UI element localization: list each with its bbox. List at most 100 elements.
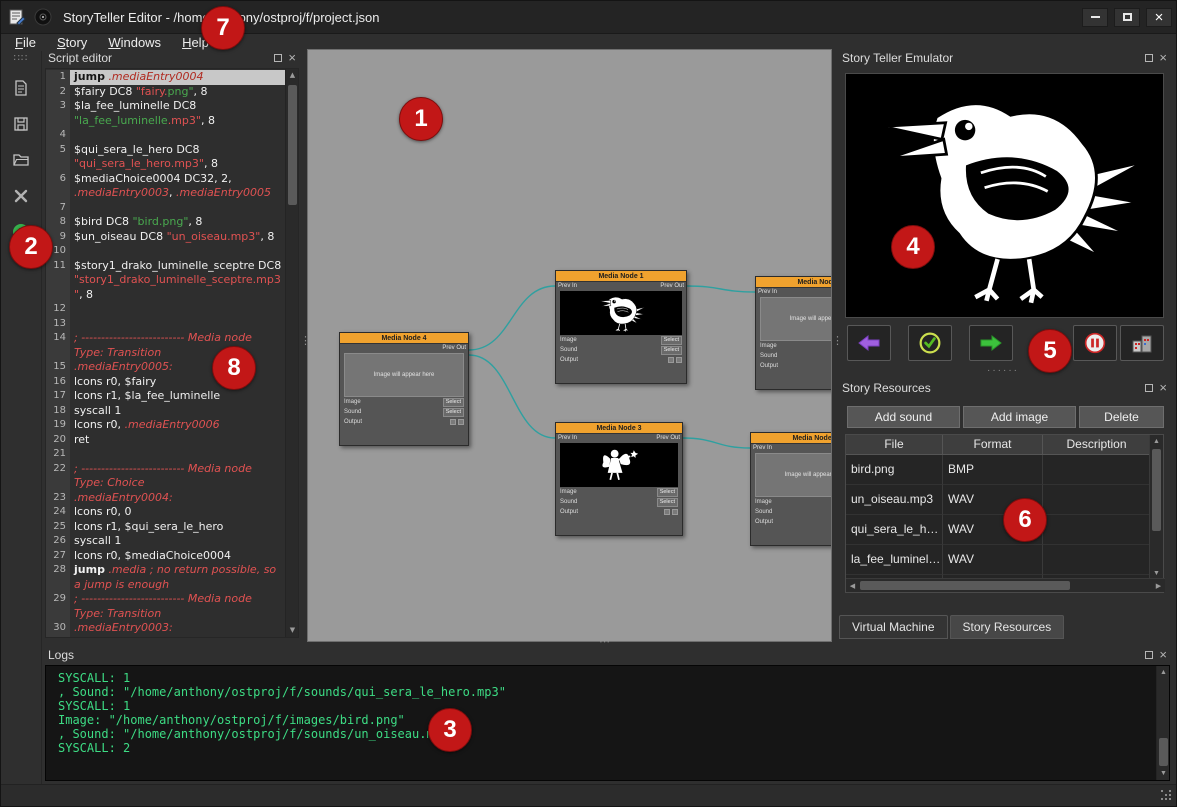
script-line[interactable]: 27lcons r0, $mediaChoice0004 xyxy=(46,549,285,564)
output-port[interactable]: Prev Out xyxy=(660,283,684,289)
node-graph-canvas[interactable]: Media Node 4Prev OutImage will appear he… xyxy=(307,49,832,642)
graph-node[interactable]: Media Node 4Prev OutImage will appear he… xyxy=(339,332,469,446)
table-row[interactable]: la_fee_luminelle.mp3WAV xyxy=(846,545,1163,575)
script-line[interactable]: 23.mediaEntry0004: xyxy=(46,491,285,506)
node-connection[interactable] xyxy=(469,286,555,350)
maximize-button[interactable] xyxy=(1114,8,1140,27)
script-line[interactable]: 20ret xyxy=(46,433,285,448)
script-line[interactable]: 19lcons r0, .mediaEntry0006 xyxy=(46,418,285,433)
float-icon[interactable] xyxy=(1145,651,1153,659)
script-line[interactable]: 6$mediaChoice0004 DC32, 2, .mediaEntry00… xyxy=(46,172,285,201)
tab-virtual-machine[interactable]: Virtual Machine xyxy=(839,615,948,639)
scroll-down-icon[interactable]: ▼ xyxy=(1157,767,1170,780)
close-icon[interactable]: × xyxy=(1159,650,1167,660)
add-image-button[interactable]: Add image xyxy=(963,406,1076,428)
toolbar-handle-icon[interactable]: ∷∷ xyxy=(14,53,29,64)
output-port[interactable]: Prev Out xyxy=(656,435,680,441)
node-title[interactable]: Media Node 3 xyxy=(556,423,682,434)
column-header-file[interactable]: File xyxy=(846,435,943,455)
editor-scrollbar[interactable]: ▲ ▼ xyxy=(285,69,298,637)
close-icon[interactable]: × xyxy=(1159,53,1167,63)
node-mini-icon[interactable] xyxy=(672,509,678,515)
table-row[interactable]: bird.pngBMP xyxy=(846,455,1163,485)
node-mini-icon[interactable] xyxy=(668,357,674,363)
close-button[interactable]: × xyxy=(1146,8,1172,27)
table-horizontal-scrollbar[interactable]: ◀ ▶ xyxy=(846,578,1165,592)
table-vertical-scrollbar[interactable]: ▲ ▼ xyxy=(1149,435,1163,580)
script-line[interactable]: 26syscall 1 xyxy=(46,534,285,549)
scroll-thumb[interactable] xyxy=(288,85,297,205)
input-port[interactable]: Prev In xyxy=(753,445,772,451)
node-title[interactable]: Media Node 5 xyxy=(751,433,832,444)
script-line[interactable]: 30.mediaEntry0003: xyxy=(46,621,285,636)
input-port[interactable]: Prev In xyxy=(758,289,777,295)
add-sound-button[interactable]: Add sound xyxy=(847,406,960,428)
menu-windows[interactable]: Windows xyxy=(108,35,161,50)
output-port[interactable]: Prev Out xyxy=(442,345,466,351)
node-connection[interactable] xyxy=(683,438,750,448)
script-line[interactable]: 4 xyxy=(46,128,285,143)
script-line[interactable]: 3$la_fee_luminelle DC8 "la_fee_luminelle… xyxy=(46,99,285,128)
script-line[interactable]: 7 xyxy=(46,201,285,216)
script-line[interactable]: 17lcons r1, $la_fee_luminelle xyxy=(46,389,285,404)
graph-node[interactable]: Media Node 3Prev InPrev OutImageSelectSo… xyxy=(555,422,683,536)
titlebar[interactable]: StoryTeller Editor - /home/anthony/ostpr… xyxy=(1,1,1177,34)
script-line[interactable]: 29; -------------------------- Media nod… xyxy=(46,592,285,621)
script-line[interactable]: 10 xyxy=(46,244,285,259)
script-line[interactable]: 18syscall 1 xyxy=(46,404,285,419)
node-connection[interactable] xyxy=(687,286,755,292)
script-line[interactable]: 5$qui_sera_le_hero DC8 "qui_sera_le_hero… xyxy=(46,143,285,172)
node-title[interactable]: Media Node 2 xyxy=(756,277,832,288)
scroll-thumb[interactable] xyxy=(1159,738,1168,766)
minimize-button[interactable] xyxy=(1082,8,1108,27)
graph-node[interactable]: Media Node 5Prev InImage will appear her… xyxy=(750,432,832,546)
script-line[interactable]: 22; -------------------------- Media nod… xyxy=(46,462,285,491)
scroll-down-icon[interactable]: ▼ xyxy=(286,624,299,637)
tab-story-resources[interactable]: Story Resources xyxy=(950,615,1065,639)
resize-grip[interactable] xyxy=(1161,790,1173,802)
graph-node[interactable]: Media Node 2Prev InImage will appear her… xyxy=(755,276,832,390)
select-button[interactable]: Select xyxy=(661,346,682,355)
select-button[interactable]: Select xyxy=(657,488,678,497)
script-line[interactable]: 11$story1_drako_luminelle_sceptre DC8 "s… xyxy=(46,259,285,303)
logs-scrollbar[interactable]: ▲ ▼ xyxy=(1156,666,1169,780)
script-line[interactable]: 28jump .media ; no return possible, so a… xyxy=(46,563,285,592)
select-button[interactable]: Select xyxy=(443,398,464,407)
close-project-button[interactable] xyxy=(6,181,36,211)
script-line[interactable]: 8$bird DC8 "bird.png", 8 xyxy=(46,215,285,230)
next-button[interactable] xyxy=(969,325,1013,361)
scroll-thumb[interactable] xyxy=(860,581,1070,590)
node-mini-icon[interactable] xyxy=(450,419,456,425)
input-port[interactable]: Prev In xyxy=(558,435,577,441)
select-button[interactable]: Select xyxy=(657,498,678,507)
close-icon[interactable]: × xyxy=(1159,383,1167,393)
script-line[interactable]: 24lcons r0, 0 xyxy=(46,505,285,520)
script-line[interactable]: 1jump .mediaEntry0004 xyxy=(46,70,285,85)
input-port[interactable]: Prev In xyxy=(558,283,577,289)
script-line[interactable]: 13 xyxy=(46,317,285,332)
open-project-button[interactable] xyxy=(6,145,36,175)
splitter-handle[interactable]: ······ xyxy=(987,365,1019,376)
menu-story[interactable]: Story xyxy=(57,35,87,50)
node-mini-icon[interactable] xyxy=(458,419,464,425)
home-button[interactable] xyxy=(1120,325,1164,361)
script-line[interactable]: 9$un_oiseau DC8 "un_oiseau.mp3", 8 xyxy=(46,230,285,245)
close-icon[interactable]: × xyxy=(288,53,296,63)
script-line[interactable]: 2$fairy DC8 "fairy.png", 8 xyxy=(46,85,285,100)
splitter-handle[interactable]: ⋮ xyxy=(300,336,311,346)
column-header-description[interactable]: Description xyxy=(1043,435,1151,455)
scroll-up-icon[interactable]: ▲ xyxy=(1157,666,1170,679)
script-line[interactable]: 31lcons r0, $bird xyxy=(46,636,285,638)
node-title[interactable]: Media Node 4 xyxy=(340,333,468,344)
script-line[interactable]: 12 xyxy=(46,302,285,317)
back-button[interactable] xyxy=(847,325,891,361)
graph-node[interactable]: Media Node 1Prev InPrev OutImageSelectSo… xyxy=(555,270,687,384)
select-button[interactable]: Select xyxy=(661,336,682,345)
node-title[interactable]: Media Node 1 xyxy=(556,271,686,282)
script-line[interactable]: 21 xyxy=(46,447,285,462)
scroll-left-icon[interactable]: ◀ xyxy=(846,579,859,592)
script-line[interactable]: 25lcons r1, $qui_sera_le_hero xyxy=(46,520,285,535)
float-icon[interactable] xyxy=(1145,384,1153,392)
menu-file[interactable]: File xyxy=(15,35,36,50)
node-mini-icon[interactable] xyxy=(676,357,682,363)
